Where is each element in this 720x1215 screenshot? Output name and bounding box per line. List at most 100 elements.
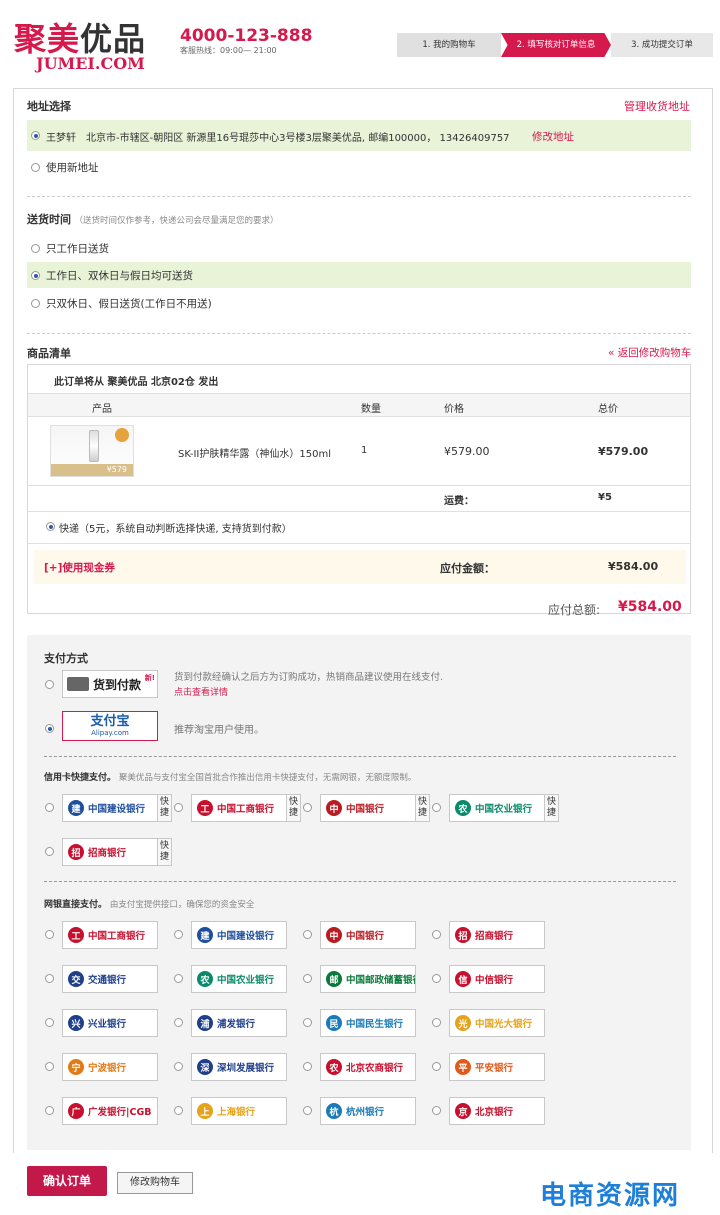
bank-radio[interactable] <box>432 1062 441 1071</box>
bank-radio[interactable] <box>45 930 54 939</box>
bank-radio[interactable] <box>303 1062 312 1071</box>
bank-name: 杭州银行 <box>346 1107 385 1118</box>
use-coupon-link[interactable]: [+]使用现金券 <box>44 560 115 575</box>
bank-option[interactable]: 中中国银行 <box>320 921 416 949</box>
bank-radio[interactable] <box>45 847 54 856</box>
bank-logo-icon: 兴 <box>68 1015 84 1031</box>
address-selected-row[interactable]: 王梦轩 北京市-市辖区-朝阳区 新源里16号琨莎中心3号楼3层聚美优品, 邮编1… <box>27 120 691 151</box>
bank-radio[interactable] <box>45 1062 54 1071</box>
bank-radio[interactable] <box>432 974 441 983</box>
bank-radio[interactable] <box>45 1018 54 1027</box>
divider <box>44 881 676 882</box>
bank-radio[interactable] <box>174 930 183 939</box>
cod-logo[interactable]: 货到付款 新! <box>62 670 158 698</box>
bank-option[interactable]: 建中国建设银行 <box>191 921 287 949</box>
bank-name: 中国银行 <box>346 931 385 942</box>
payable-label: 应付金额： <box>440 562 495 575</box>
bank-option[interactable]: 浦浦发银行 <box>191 1009 287 1037</box>
delivery-option-weekday[interactable]: 只工作日送货 <box>46 241 109 256</box>
bank-option[interactable]: 深深圳发展银行 <box>191 1053 287 1081</box>
payment-section: 支付方式 货到付款 新! 货到付款经确认之后方为订购成功，热销商品建议使用在线支… <box>27 635 691 1150</box>
shipping-value: ¥5 <box>598 492 612 503</box>
bank-radio[interactable] <box>174 1062 183 1071</box>
bank-radio[interactable] <box>174 1106 183 1115</box>
express-radio[interactable] <box>46 522 55 531</box>
bank-radio[interactable] <box>303 1018 312 1027</box>
product-thumbnail[interactable]: ¥579 <box>50 425 134 477</box>
modify-cart-button[interactable]: 修改购物车 <box>117 1172 193 1194</box>
bank-radio[interactable] <box>432 930 441 939</box>
checkout-steps: 1. 我的购物车 2. 填写核对订单信息 3. 成功提交订单 <box>397 33 713 57</box>
bank-option[interactable]: 平平安银行 <box>449 1053 545 1081</box>
cod-radio[interactable] <box>45 680 54 689</box>
bank-option[interactable]: 农中国农业银行快捷 <box>449 794 559 822</box>
express-option[interactable]: 快递（5元，系统自动判断选择快递, 支持货到付款） <box>59 520 292 535</box>
bank-option[interactable]: 宁宁波银行 <box>62 1053 158 1081</box>
bank-radio[interactable] <box>45 974 54 983</box>
bank-radio[interactable] <box>303 974 312 983</box>
bank-option[interactable]: 中中国银行 快捷 <box>320 794 430 822</box>
new-address-radio[interactable] <box>31 163 40 172</box>
bank-option[interactable]: 杭杭州银行 <box>320 1097 416 1125</box>
bank-option[interactable]: 光中国光大银行 <box>449 1009 545 1037</box>
bank-radio[interactable] <box>174 803 183 812</box>
address-text: 王梦轩 北京市-市辖区-朝阳区 新源里16号琨莎中心3号楼3层聚美优品, 邮编1… <box>46 133 510 144</box>
col-price: 价格 <box>444 404 464 415</box>
bank-option[interactable]: 工中国工商银行 <box>62 921 158 949</box>
bank-option[interactable]: 农中国农业银行 <box>191 965 287 993</box>
credit-title: 信用卡快捷支付。 <box>44 773 117 783</box>
bank-option[interactable]: 招招商银行 快捷 <box>62 838 172 866</box>
bank-radio[interactable] <box>432 803 441 812</box>
divider <box>28 485 690 486</box>
alipay-logo[interactable]: 支付宝 Alipay.com <box>62 711 158 741</box>
bank-radio[interactable] <box>303 930 312 939</box>
bank-radio[interactable] <box>432 1106 441 1115</box>
confirm-order-button[interactable]: 确认订单 <box>27 1166 107 1196</box>
bank-option[interactable]: 民中国民生银行 <box>320 1009 416 1037</box>
bank-name: 深圳发展银行 <box>217 1063 275 1074</box>
bank-radio[interactable] <box>432 1018 441 1027</box>
bank-radio[interactable] <box>174 1018 183 1027</box>
delivery-radio-weekday[interactable] <box>31 244 40 253</box>
back-to-cart-link[interactable]: « 返回修改购物车 <box>608 345 691 360</box>
bank-option[interactable]: 上上海银行 <box>191 1097 287 1125</box>
bank-option[interactable]: 建中国建设银行快捷 <box>62 794 172 822</box>
goods-section-title: 商品清单 <box>27 347 71 360</box>
bank-logo-icon: 信 <box>455 971 471 987</box>
manage-address-link[interactable]: 管理收货地址 <box>624 98 690 114</box>
payment-section-title: 支付方式 <box>44 652 88 665</box>
edit-address-link[interactable]: 修改地址 <box>532 129 574 144</box>
bank-option[interactable]: 兴兴业银行 <box>62 1009 158 1037</box>
col-qty: 数量 <box>361 404 381 415</box>
cod-detail-link[interactable]: 点击查看详情 <box>174 685 228 698</box>
col-product: 产品 <box>92 404 112 415</box>
new-address-label[interactable]: 使用新地址 <box>46 160 99 175</box>
logo-cn-part1: 聚美 <box>14 20 81 58</box>
bank-radio[interactable] <box>303 803 312 812</box>
bank-logo-icon: 广 <box>68 1103 84 1119</box>
bank-option[interactable]: 交交通银行 <box>62 965 158 993</box>
bank-radio[interactable] <box>45 1106 54 1115</box>
bank-option[interactable]: 京北京银行 <box>449 1097 545 1125</box>
bank-option[interactable]: 招招商银行 <box>449 921 545 949</box>
bank-option[interactable]: 农北京农商银行 <box>320 1053 416 1081</box>
bank-option[interactable]: 工中国工商银行快捷 <box>191 794 301 822</box>
delivery-radio-any[interactable] <box>31 271 40 280</box>
delivery-option-any-row[interactable]: 工作日、双休日与假日均可送货 <box>27 262 691 288</box>
bank-radio[interactable] <box>303 1106 312 1115</box>
address-radio-selected[interactable] <box>31 131 40 140</box>
bank-radio[interactable] <box>45 803 54 812</box>
alipay-radio[interactable] <box>45 724 54 733</box>
delivery-option-weekend[interactable]: 只双休日、假日送货(工作日不用送) <box>46 296 212 311</box>
bank-option[interactable]: 广广发银行|CGB <box>62 1097 158 1125</box>
product-name[interactable]: SK-II护肤精华露（神仙水）150ml <box>178 445 331 460</box>
bank-option[interactable]: 邮中国邮政储蓄银行 <box>320 965 416 993</box>
bank-option[interactable]: 信中信银行 <box>449 965 545 993</box>
divider <box>27 333 691 334</box>
delivery-radio-weekend[interactable] <box>31 299 40 308</box>
bank-logo-icon: 工 <box>68 927 84 943</box>
bank-name: 兴业银行 <box>88 1019 127 1030</box>
step-cart: 1. 我的购物车 <box>397 33 501 57</box>
product-qty: 1 <box>361 445 368 456</box>
bank-radio[interactable] <box>174 974 183 983</box>
